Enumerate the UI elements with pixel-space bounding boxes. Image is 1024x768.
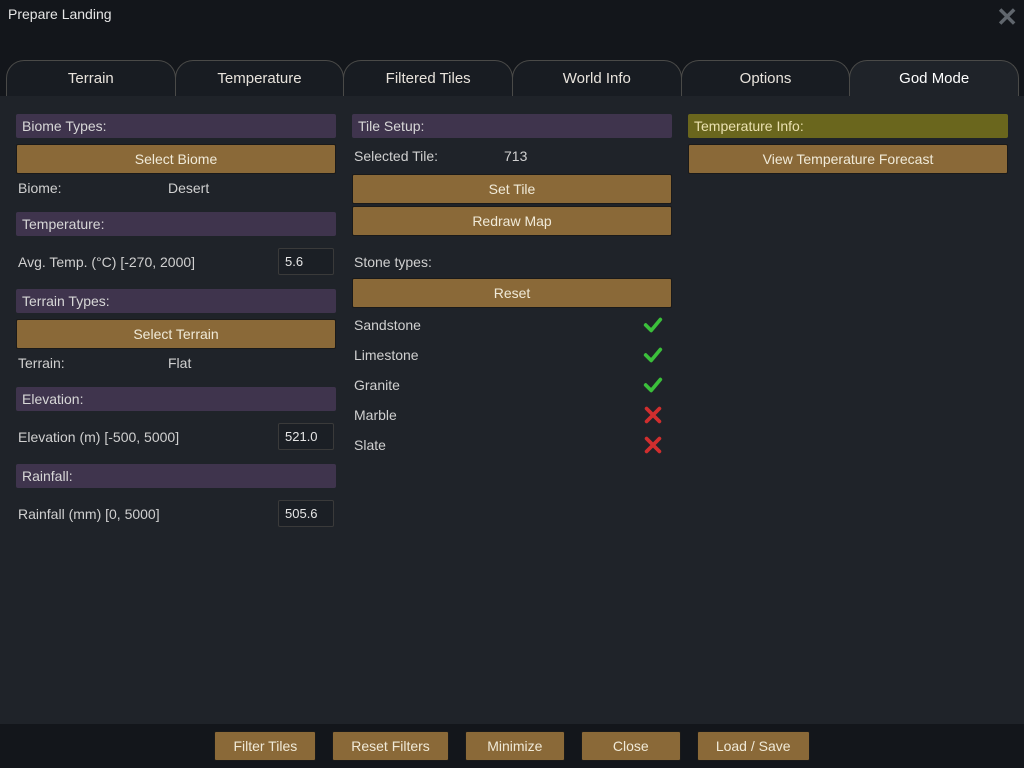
view-temperature-forecast-button[interactable]: View Temperature Forecast bbox=[688, 144, 1008, 174]
minimize-button[interactable]: Minimize bbox=[465, 731, 565, 761]
check-icon bbox=[642, 344, 670, 366]
tab-temperature[interactable]: Temperature bbox=[175, 60, 345, 96]
tab-filtered-tiles[interactable]: Filtered Tiles bbox=[343, 60, 513, 96]
stone-row[interactable]: Sandstone bbox=[352, 310, 672, 340]
tab-bar: Terrain Temperature Filtered Tiles World… bbox=[0, 60, 1024, 96]
stone-name: Sandstone bbox=[354, 317, 642, 333]
terrain-types-header: Terrain Types: bbox=[16, 289, 336, 313]
filter-tiles-button[interactable]: Filter Tiles bbox=[214, 731, 316, 761]
selected-tile-key: Selected Tile: bbox=[354, 148, 504, 164]
check-icon bbox=[642, 314, 670, 336]
tab-god-mode[interactable]: God Mode bbox=[849, 60, 1019, 96]
set-tile-button[interactable]: Set Tile bbox=[352, 174, 672, 204]
stone-row[interactable]: Limestone bbox=[352, 340, 672, 370]
tab-terrain[interactable]: Terrain bbox=[6, 60, 176, 96]
load-save-button[interactable]: Load / Save bbox=[697, 731, 810, 761]
rainfall-header: Rainfall: bbox=[16, 464, 336, 488]
temperature-info-header: Temperature Info: bbox=[688, 114, 1008, 138]
temperature-header: Temperature: bbox=[16, 212, 336, 236]
check-icon bbox=[642, 374, 670, 396]
elevation-input[interactable] bbox=[278, 423, 334, 450]
selected-tile-value: 713 bbox=[504, 148, 670, 164]
rainfall-input[interactable] bbox=[278, 500, 334, 527]
stone-list: Sandstone Limestone Granite Marble Slate bbox=[352, 310, 672, 460]
stone-reset-button[interactable]: Reset bbox=[352, 278, 672, 308]
biome-row: Biome: Desert bbox=[16, 176, 336, 204]
select-terrain-button[interactable]: Select Terrain bbox=[16, 319, 336, 349]
tab-world-info[interactable]: World Info bbox=[512, 60, 682, 96]
stone-row[interactable]: Granite bbox=[352, 370, 672, 400]
rainfall-label: Rainfall (mm) [0, 5000] bbox=[18, 506, 278, 522]
middle-column: Tile Setup: Selected Tile: 713 Set Tile … bbox=[352, 106, 672, 714]
stone-row[interactable]: Slate bbox=[352, 430, 672, 460]
stone-name: Slate bbox=[354, 437, 642, 453]
stone-name: Granite bbox=[354, 377, 642, 393]
tile-setup-header: Tile Setup: bbox=[352, 114, 672, 138]
close-icon[interactable]: ✕ bbox=[996, 2, 1018, 33]
biome-key: Biome: bbox=[18, 180, 168, 196]
footer-bar: Filter Tiles Reset Filters Minimize Clos… bbox=[0, 724, 1024, 768]
reset-filters-button[interactable]: Reset Filters bbox=[332, 731, 449, 761]
stone-row[interactable]: Marble bbox=[352, 400, 672, 430]
biome-types-header: Biome Types: bbox=[16, 114, 336, 138]
redraw-map-button[interactable]: Redraw Map bbox=[352, 206, 672, 236]
biome-value: Desert bbox=[168, 180, 334, 196]
elevation-header: Elevation: bbox=[16, 387, 336, 411]
stone-name: Limestone bbox=[354, 347, 642, 363]
window-title: Prepare Landing bbox=[8, 6, 112, 22]
avg-temp-input[interactable] bbox=[278, 248, 334, 275]
stone-name: Marble bbox=[354, 407, 642, 423]
select-biome-button[interactable]: Select Biome bbox=[16, 144, 336, 174]
stone-types-label: Stone types: bbox=[352, 248, 672, 276]
right-column: Temperature Info: View Temperature Forec… bbox=[688, 106, 1008, 714]
selected-tile-row: Selected Tile: 713 bbox=[352, 144, 672, 172]
content-pane: Biome Types: Select Biome Biome: Desert … bbox=[0, 96, 1024, 724]
terrain-value: Flat bbox=[168, 355, 334, 371]
cross-icon bbox=[642, 434, 670, 456]
left-column: Biome Types: Select Biome Biome: Desert … bbox=[16, 106, 336, 714]
terrain-key: Terrain: bbox=[18, 355, 168, 371]
close-button[interactable]: Close bbox=[581, 731, 681, 761]
terrain-row: Terrain: Flat bbox=[16, 351, 336, 379]
cross-icon bbox=[642, 404, 670, 426]
tab-options[interactable]: Options bbox=[681, 60, 851, 96]
elevation-label: Elevation (m) [-500, 5000] bbox=[18, 429, 278, 445]
avg-temp-label: Avg. Temp. (°C) [-270, 2000] bbox=[18, 254, 278, 270]
